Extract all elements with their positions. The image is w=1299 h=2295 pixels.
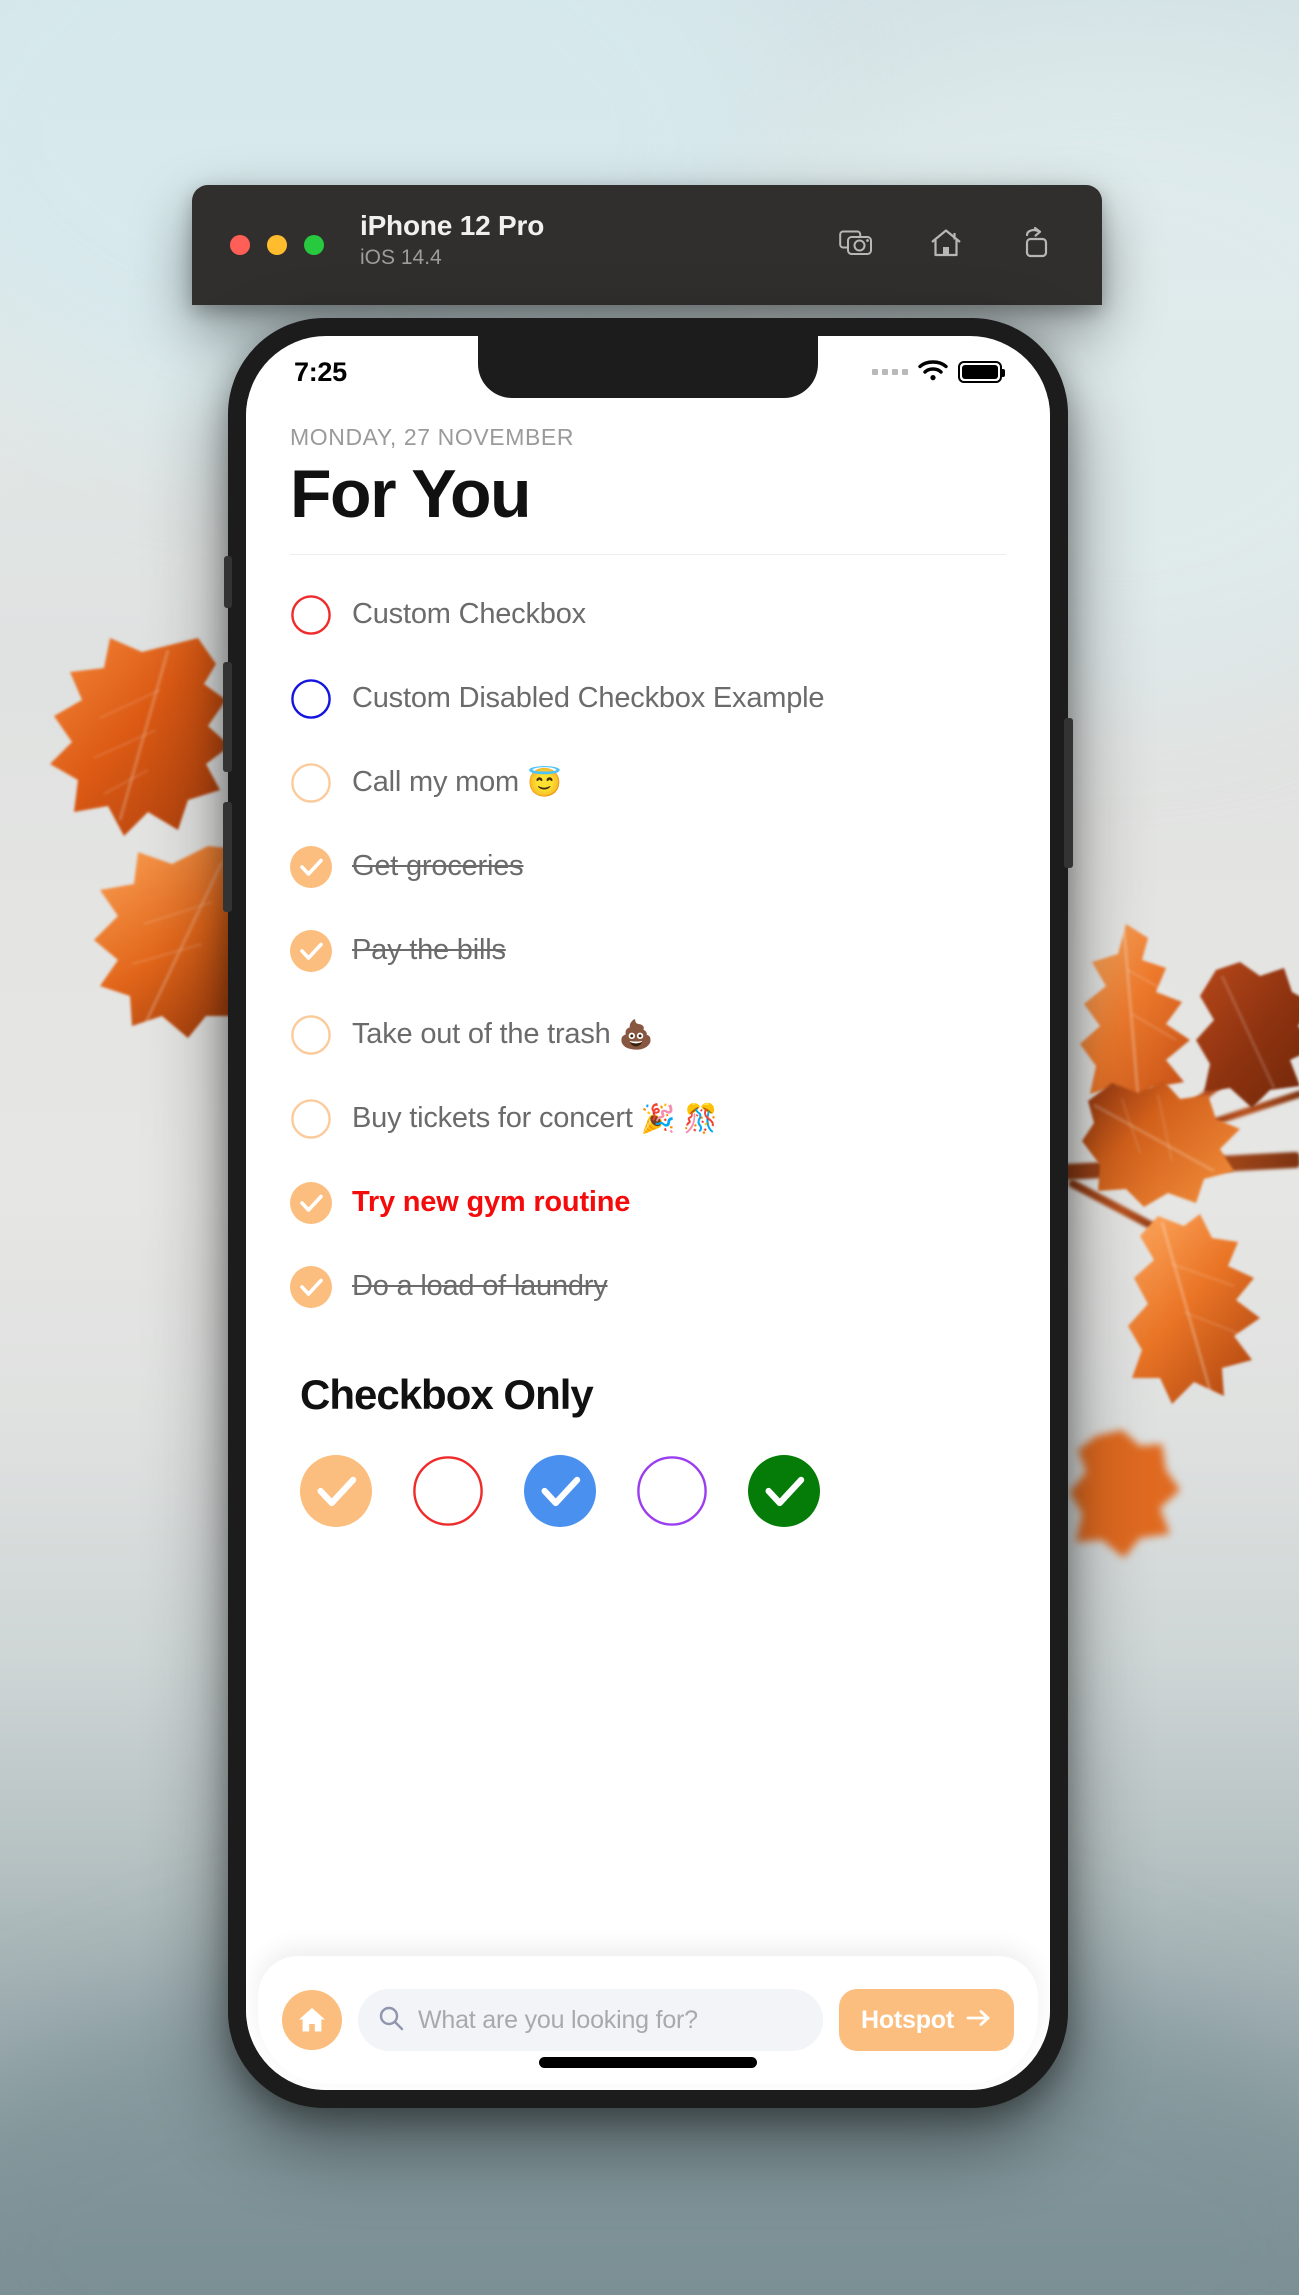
home-icon[interactable] [926, 223, 966, 263]
autumn-leaf-right-top [1080, 920, 1210, 1110]
task-row[interactable]: Try new gym routine [290, 1161, 1006, 1245]
task-label: Get groceries [352, 850, 524, 883]
window-title-group: iPhone 12 Pro iOS 14.4 [360, 209, 544, 270]
task-label: Pay the bills [352, 934, 506, 967]
task-checkbox-icon[interactable] [290, 1014, 332, 1056]
hotspot-label: Hotspot [860, 2005, 954, 2034]
window-toolbar [836, 223, 1056, 263]
arrow-right-icon [966, 2008, 992, 2033]
task-emoji: 🎉 🎊 [640, 1103, 719, 1135]
leaf-branch-upper [1153, 1050, 1261, 1138]
autumn-leaf-right-upper [1196, 960, 1299, 1110]
volume-up-button[interactable] [223, 662, 232, 772]
leaf-branch-main [1059, 1151, 1299, 1181]
task-checkbox-icon[interactable] [290, 845, 332, 888]
search-input[interactable]: What are you looking for? [418, 2006, 698, 2035]
task-checkbox-icon[interactable] [290, 929, 332, 972]
checkbox-red-unchecked[interactable] [412, 1455, 484, 1527]
task-checkbox-icon[interactable] [290, 594, 332, 636]
task-label: Buy tickets for concert [352, 1102, 633, 1135]
task-label: Try new gym routine [352, 1186, 631, 1219]
minimize-button[interactable] [267, 235, 287, 255]
wifi-icon [918, 359, 948, 386]
desktop-background: iPhone 12 Pro iOS 14.4 7:25 MONDAY, 27 N… [0, 0, 1299, 2295]
window-subtitle: iOS 14.4 [360, 245, 442, 269]
battery-full-icon [958, 361, 1005, 383]
phone-screen: 7:25 MONDAY, 27 NOVEMBER For You Custom … [246, 336, 1050, 2090]
section-title-checkbox-only: Checkbox Only [300, 1370, 594, 1418]
iphone-device-frame: 7:25 MONDAY, 27 NOVEMBER For You Custom … [223, 318, 1073, 2108]
checkbox-peach-checked[interactable] [300, 1454, 372, 1527]
checkbox-blue-checked[interactable] [524, 1454, 596, 1527]
task-checkbox-icon[interactable] [290, 678, 332, 720]
simulator-window-titlebar: iPhone 12 Pro iOS 14.4 [192, 185, 1102, 305]
task-emoji: 💩 [618, 1019, 654, 1051]
checkbox-green-checked[interactable] [748, 1454, 820, 1527]
leaf-branch-right [1187, 1089, 1299, 1134]
screenshot-icon[interactable] [836, 223, 876, 263]
page-title: For You [290, 456, 532, 532]
task-label: Take out of the trash [352, 1018, 611, 1051]
task-checkbox-icon[interactable] [290, 1098, 332, 1140]
autumn-leaf-right-middle [1082, 1075, 1242, 1210]
date-label: MONDAY, 27 NOVEMBER [290, 424, 575, 450]
autumn-leaf-right-bottom [1070, 1430, 1180, 1560]
status-indicators [872, 359, 1005, 386]
search-icon [378, 2005, 404, 2036]
rotate-icon[interactable] [1016, 223, 1056, 263]
autumn-leaf-right-lower [1128, 1212, 1268, 1407]
search-box[interactable]: What are you looking for? [358, 1989, 823, 2051]
checkbox-only-row [290, 1454, 1006, 1527]
task-emoji: 😇 [526, 767, 562, 799]
leaf-branch-lower [1067, 1178, 1177, 1242]
autumn-leaf-left-upper [48, 630, 238, 845]
home-button[interactable] [282, 1990, 342, 2050]
window-traffic-lights [230, 235, 324, 255]
home-indicator [539, 2057, 757, 2068]
header-divider [290, 553, 1006, 555]
task-row[interactable]: Custom Checkbox [290, 573, 1006, 657]
checkbox-purple-unchecked[interactable] [636, 1455, 708, 1527]
status-bar: 7:25 [246, 336, 1050, 398]
task-label: Do a load of laundry [352, 1270, 608, 1303]
zoom-button[interactable] [304, 235, 324, 255]
signal-dots-icon [872, 369, 908, 375]
task-checkbox-icon[interactable] [290, 762, 332, 804]
task-label: Call my mom [352, 766, 519, 799]
task-row[interactable]: Call my mom 😇 [290, 741, 1006, 825]
power-button[interactable] [1064, 718, 1073, 868]
hotspot-button[interactable]: Hotspot [838, 1989, 1014, 2051]
volume-down-button[interactable] [223, 802, 232, 912]
task-checkbox-icon[interactable] [290, 1181, 332, 1224]
task-row[interactable]: Do a load of laundry [290, 1245, 1006, 1329]
task-row[interactable]: Buy tickets for concert 🎉 🎊 [290, 1077, 1006, 1161]
task-checkbox-icon[interactable] [290, 1265, 332, 1308]
window-title: iPhone 12 Pro [360, 210, 545, 241]
task-row[interactable]: Get groceries [290, 825, 1006, 909]
mute-switch[interactable] [224, 556, 232, 608]
task-row[interactable]: Pay the bills [290, 909, 1006, 993]
task-list: Custom Checkbox Custom Disabled Checkbox… [290, 573, 1006, 1329]
task-label: Custom Checkbox [352, 598, 586, 631]
close-button[interactable] [230, 235, 250, 255]
task-row[interactable]: Custom Disabled Checkbox Example [290, 657, 1006, 741]
task-row[interactable]: Take out of the trash 💩 [290, 993, 1006, 1077]
task-label: Custom Disabled Checkbox Example [352, 682, 825, 715]
status-time: 7:25 [294, 356, 347, 387]
app-content: MONDAY, 27 NOVEMBER For You Custom Check… [246, 398, 1050, 2090]
